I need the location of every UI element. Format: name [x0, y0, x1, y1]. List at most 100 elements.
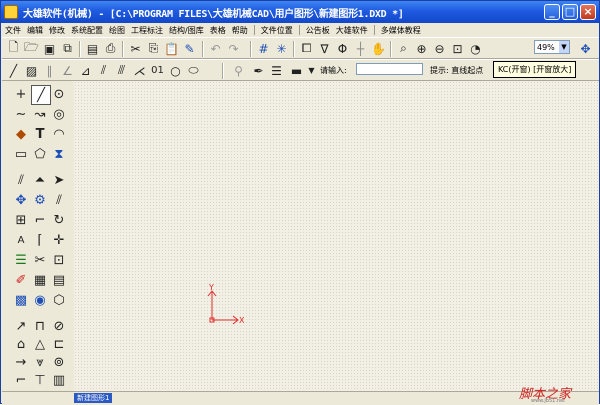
hatch-icon[interactable]: ▨: [23, 62, 40, 79]
angle-icon[interactable]: △: [31, 335, 49, 353]
menu-bulletin[interactable]: 公告板: [303, 25, 333, 36]
grid-icon[interactable]: ▦: [31, 271, 49, 289]
rotate-icon[interactable]: ↻: [50, 211, 68, 229]
maximize-button[interactable]: □: [562, 4, 578, 20]
zoom-window-icon[interactable]: ⊕: [413, 40, 430, 57]
preview-icon[interactable]: ▤: [84, 40, 101, 57]
linestyle-icon[interactable]: ☰: [268, 62, 285, 79]
cut-icon[interactable]: ✂: [127, 40, 144, 57]
scale-icon[interactable]: A: [12, 231, 30, 249]
angle-icon[interactable]: ⊿: [77, 62, 94, 79]
arc-icon[interactable]: ◠: [50, 125, 68, 143]
bracket-icon[interactable]: ⊓: [31, 317, 49, 335]
diameter-icon[interactable]: Φ: [334, 40, 351, 57]
pipe-icon[interactable]: ⫽: [50, 191, 68, 209]
menu-file-location[interactable]: 文件位置: [258, 25, 296, 36]
menu-modify[interactable]: 修改: [46, 25, 68, 36]
menu-library[interactable]: 结构/图库: [166, 25, 207, 36]
curve-icon[interactable]: ↝: [31, 105, 49, 123]
paste-icon[interactable]: 📋: [163, 40, 180, 57]
close-button[interactable]: ×: [580, 4, 596, 20]
box-icon[interactable]: ⬡: [50, 291, 68, 309]
table-icon[interactable]: ▤: [50, 271, 68, 289]
menu-help[interactable]: 帮助: [229, 25, 251, 36]
gear-icon[interactable]: ⚙: [31, 191, 49, 209]
line-icon[interactable]: ╱: [5, 62, 22, 79]
nav-icon[interactable]: ✥: [577, 40, 594, 57]
fill-icon[interactable]: ◆: [12, 125, 30, 143]
circle-icon[interactable]: ⊙: [50, 85, 68, 103]
copy-icon[interactable]: ⎘: [145, 40, 162, 57]
chamfer-icon[interactable]: ⌈: [31, 231, 49, 249]
undo-icon[interactable]: ↶: [207, 40, 224, 57]
symbol-icon[interactable]: ⧗: [50, 145, 68, 163]
array-icon[interactable]: ✥: [12, 191, 30, 209]
pen-icon[interactable]: ✒: [250, 62, 267, 79]
erase-icon[interactable]: ✐: [12, 271, 30, 289]
pan-icon[interactable]: ✋: [370, 40, 387, 57]
menu-dimension[interactable]: 工程标注: [128, 25, 166, 36]
menu-daxiong[interactable]: 大雄软件: [333, 25, 371, 36]
title-bar[interactable]: 大雄软件(机械) - [C:\PROGRAM FILES\大雄机械CAD\用户图…: [1, 1, 599, 23]
save-all-icon[interactable]: ⧉: [59, 40, 76, 57]
polyline-icon[interactable]: ⋌: [131, 62, 148, 79]
text-01-icon[interactable]: 01: [149, 62, 166, 79]
angle-icon[interactable]: ∠: [59, 62, 76, 79]
polyline-icon[interactable]: ⫻: [113, 62, 130, 79]
tolerance-icon[interactable]: ⊚: [50, 353, 68, 371]
select-icon[interactable]: ➤: [50, 171, 68, 189]
insert-icon[interactable]: ⊡: [50, 251, 68, 269]
fillet-icon[interactable]: ⌐: [31, 211, 49, 229]
print-icon[interactable]: ⎙: [102, 40, 119, 57]
triangle-icon[interactable]: ⏶: [31, 171, 49, 189]
redo-icon[interactable]: ↷: [225, 40, 242, 57]
weld-icon[interactable]: ⚲: [230, 62, 247, 79]
fit-icon[interactable]: ⊡: [449, 40, 466, 57]
multiline-icon[interactable]: ⫽: [95, 62, 112, 79]
menu-edit[interactable]: 编辑: [24, 25, 46, 36]
spline-icon[interactable]: ∼: [12, 105, 30, 123]
clean-icon[interactable]: ✎: [181, 40, 198, 57]
layer-icon[interactable]: ⧠: [298, 40, 315, 57]
globe-icon[interactable]: ◉: [31, 291, 49, 309]
image-icon[interactable]: ▩: [12, 291, 30, 309]
text-icon[interactable]: T: [31, 125, 49, 143]
trim-icon[interactable]: ✂: [31, 251, 49, 269]
zoom-icon[interactable]: ⌕: [395, 40, 412, 57]
drawing-tab[interactable]: 新建图形1: [74, 393, 113, 403]
dimension-icon[interactable]: ↗: [12, 317, 30, 335]
axis-icon[interactable]: ⌐: [12, 371, 30, 389]
app-icon[interactable]: [4, 5, 18, 19]
offset-icon[interactable]: ⊘: [50, 317, 68, 335]
menu-file[interactable]: 文件: [2, 25, 24, 36]
list-icon[interactable]: ☰: [12, 251, 30, 269]
save-icon[interactable]: ▣: [41, 40, 58, 57]
block-icon[interactable]: ⊞: [12, 211, 30, 229]
parallel-icon[interactable]: ∥: [41, 62, 58, 79]
open-folder-icon[interactable]: 🗁: [23, 40, 40, 57]
donut-icon[interactable]: ◎: [50, 105, 68, 123]
crosshair-icon[interactable]: ┼: [352, 40, 369, 57]
line-icon[interactable]: ╱: [31, 85, 51, 105]
measure-icon[interactable]: ⊏: [50, 335, 68, 353]
zoom-select[interactable]: 49% ▼: [534, 40, 570, 54]
rectangle-icon[interactable]: ▭: [12, 145, 30, 163]
minimize-button[interactable]: _: [544, 4, 560, 20]
table-icon[interactable]: ▥: [50, 371, 68, 389]
chevron-down-icon[interactable]: ▼: [303, 62, 320, 79]
chevron-down-icon[interactable]: ▼: [559, 41, 569, 53]
menu-draw[interactable]: 绘图: [106, 25, 128, 36]
zoom-out-icon[interactable]: ⊖: [431, 40, 448, 57]
filter-icon[interactable]: ∇: [316, 40, 333, 57]
menu-multimedia[interactable]: 多媒体教程: [378, 25, 424, 36]
weld-icon[interactable]: ⩔: [31, 353, 49, 371]
circle-icon[interactable]: ○: [167, 62, 184, 79]
arrow-icon[interactable]: →: [12, 353, 30, 371]
point-icon[interactable]: +: [12, 85, 30, 103]
command-input[interactable]: [356, 63, 423, 75]
hole-icon[interactable]: ⌂: [12, 335, 30, 353]
move-icon[interactable]: ✛: [50, 231, 68, 249]
snap-icon[interactable]: ✳: [273, 40, 290, 57]
menu-table[interactable]: 表格: [207, 25, 229, 36]
mirror-icon[interactable]: ⫽: [12, 171, 30, 189]
